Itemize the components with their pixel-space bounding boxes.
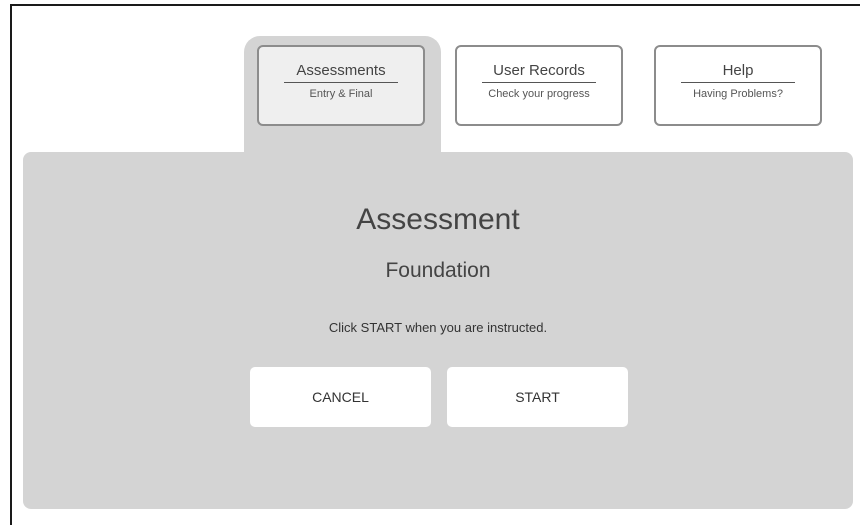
page-subtitle: Foundation bbox=[385, 259, 491, 282]
start-button[interactable]: START bbox=[447, 367, 628, 427]
cancel-button[interactable]: CANCEL bbox=[250, 367, 431, 427]
tab-help-title: Help bbox=[681, 62, 795, 83]
tab-assessments[interactable]: Assessments Entry & Final bbox=[257, 45, 425, 126]
instruction-text: Click START when you are instructed. bbox=[328, 320, 548, 335]
tab-user-records-subtitle: Check your progress bbox=[488, 88, 590, 100]
tab-assessments-title: Assessments bbox=[284, 62, 398, 83]
tab-assessments-subtitle: Entry & Final bbox=[309, 88, 373, 100]
tab-user-records[interactable]: User Records Check your progress bbox=[455, 45, 623, 126]
tab-help[interactable]: Help Having Problems? bbox=[654, 45, 822, 126]
page-title: Assessment bbox=[356, 203, 520, 236]
tab-user-records-title: User Records bbox=[482, 62, 596, 83]
tab-help-subtitle: Having Problems? bbox=[693, 88, 783, 100]
